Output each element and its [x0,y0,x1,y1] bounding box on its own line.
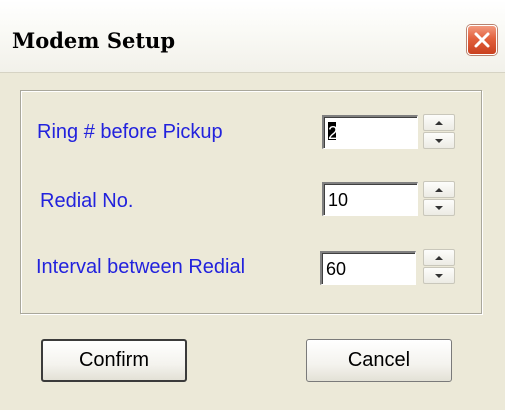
modem-setup-dialog: Modem Setup Ring # before Pickup 2 Redia… [0,0,505,410]
redial-spin-down-button[interactable] [423,199,455,216]
arrow-up-icon [435,255,443,260]
close-button[interactable] [467,25,497,55]
interval-between-redial-label: Interval between Redial [36,256,246,278]
ring-spin-up-button[interactable] [423,114,455,131]
interval-spin-down-button[interactable] [423,267,455,284]
arrow-down-icon [435,205,443,210]
ring-before-pickup-input[interactable]: 2 [322,115,418,149]
ring-spin-down-button[interactable] [423,132,455,149]
title-bar[interactable]: Modem Setup [0,0,505,73]
interval-between-redial-input[interactable]: 60 [320,251,416,285]
ring-before-pickup-label: Ring # before Pickup [37,121,223,143]
arrow-down-icon [435,138,443,143]
arrow-up-icon [435,187,443,192]
redial-no-spinner [423,181,455,217]
redial-no-input[interactable]: 10 [322,182,418,216]
redial-spin-up-button[interactable] [423,181,455,198]
dialog-title: Modem Setup [12,28,176,53]
arrow-up-icon [435,120,443,125]
redial-no-label: Redial No. [40,190,134,212]
interval-spin-up-button[interactable] [423,249,455,266]
interval-spinner [423,249,455,285]
selected-value: 2 [328,122,339,143]
arrow-down-icon [435,273,443,278]
ring-before-pickup-spinner [423,114,455,150]
cancel-button[interactable]: Cancel [306,339,452,382]
confirm-button[interactable]: Confirm [41,339,187,382]
close-x-icon [474,32,490,48]
